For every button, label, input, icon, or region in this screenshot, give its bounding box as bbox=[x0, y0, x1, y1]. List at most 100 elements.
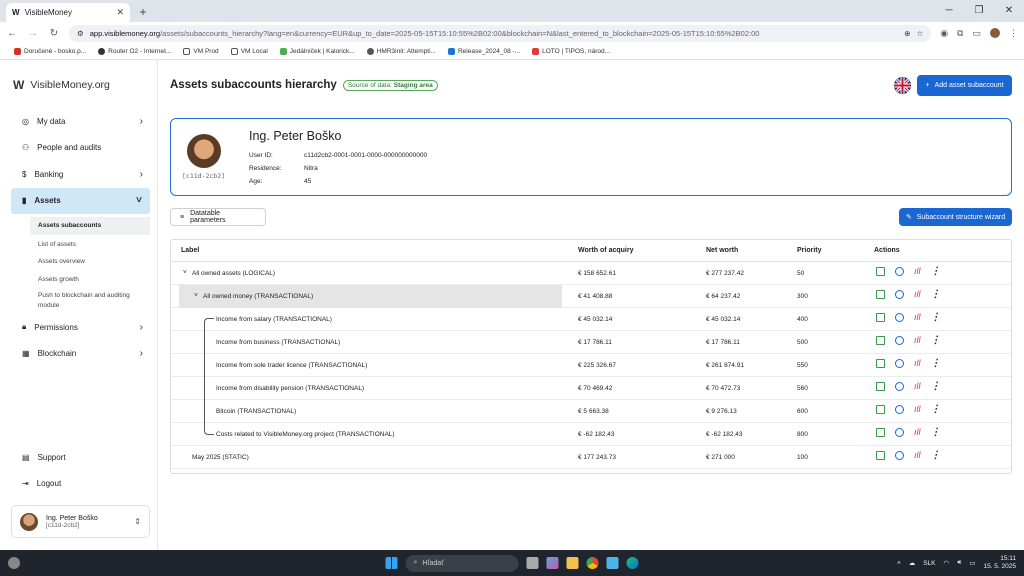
sidebar-item-blockchain[interactable]: ▦ Blockchain › bbox=[0, 341, 157, 368]
chart-icon[interactable]: ıll bbox=[914, 359, 921, 368]
tray-overflow-icon[interactable]: ˄ bbox=[897, 560, 901, 567]
browser-tab[interactable]: W VisibleMoney ✕ bbox=[6, 3, 130, 22]
globe-icon[interactable] bbox=[895, 267, 904, 276]
sidebar-subitem-list-of-assets[interactable]: List of assets bbox=[0, 236, 157, 254]
globe-icon[interactable] bbox=[895, 451, 904, 460]
more-vert-icon[interactable]: ⋮ bbox=[931, 336, 941, 346]
taskbar-search-input[interactable]: ⌕ Hľadať bbox=[405, 554, 519, 572]
sidebar-item-support[interactable]: ▤ Support bbox=[0, 444, 157, 471]
volume-icon[interactable]: 🔊︎ bbox=[957, 559, 961, 567]
table-row[interactable]: Income from disability pension (TRANSACT… bbox=[171, 377, 1011, 400]
add-asset-subaccount-button[interactable]: + Add asset subaccount bbox=[917, 75, 1012, 96]
details-icon[interactable] bbox=[876, 451, 885, 460]
table-row[interactable]: May 2025 (STATIC) € 177 243.73 € 271 000 10… bbox=[171, 446, 1011, 469]
more-vert-icon[interactable]: ⋮ bbox=[931, 428, 941, 438]
table-row[interactable]: Income from business (TRANSACTIONAL) € 17… bbox=[171, 331, 1011, 354]
more-vert-icon[interactable]: ⋮ bbox=[931, 359, 941, 369]
globe-icon[interactable] bbox=[895, 428, 904, 437]
globe-icon[interactable] bbox=[895, 382, 904, 391]
bookmark-item[interactable]: LOTO | TIPOS, národ... bbox=[532, 48, 610, 55]
sidebar-subitem-assets-overview[interactable]: Assets overview bbox=[0, 253, 157, 271]
sidebar-subitem-assets-growth[interactable]: Assets growth bbox=[0, 271, 157, 289]
bookmark-folder[interactable]: VM Prod bbox=[183, 48, 219, 55]
globe-icon[interactable] bbox=[895, 405, 904, 414]
table-row[interactable]: ˅ All owned assets (LOGICAL) € 158 652.61 €… bbox=[171, 262, 1011, 285]
more-vert-icon[interactable]: ⋮ bbox=[931, 313, 941, 323]
bookmark-star-icon[interactable]: ☆ bbox=[916, 29, 923, 38]
column-header-worth[interactable]: Worth of acquiry bbox=[578, 247, 633, 254]
profile-avatar-icon[interactable] bbox=[990, 28, 1000, 38]
column-header-label[interactable]: Label bbox=[181, 247, 199, 254]
globe-icon[interactable] bbox=[895, 290, 904, 299]
details-icon[interactable] bbox=[876, 359, 885, 368]
sidebar-item-people-and-audits[interactable]: ⚇ People and audits bbox=[0, 135, 157, 162]
reload-icon[interactable]: ↻ bbox=[48, 28, 60, 39]
site-info-icon[interactable]: ⚙ bbox=[77, 29, 84, 38]
language-flag-icon[interactable] bbox=[894, 77, 911, 94]
zoom-icon[interactable]: ⊕ bbox=[904, 29, 910, 38]
bookmark-folder[interactable]: VM Local bbox=[230, 48, 268, 55]
new-tab-icon[interactable]: + bbox=[134, 3, 152, 21]
address-bar[interactable]: ⚙ app.visiblemoney.org/assets/subaccount… bbox=[69, 24, 932, 42]
details-icon[interactable] bbox=[876, 336, 885, 345]
chart-icon[interactable]: ıll bbox=[914, 290, 921, 299]
table-row[interactable]: Income from sole trader licence (TRANSAC… bbox=[171, 354, 1011, 377]
wifi-icon[interactable]: ◠ bbox=[944, 559, 950, 567]
chart-icon[interactable]: ıll bbox=[914, 405, 921, 414]
details-icon[interactable] bbox=[876, 428, 885, 437]
sidepanel-icon[interactable]: ▭ bbox=[972, 28, 981, 39]
sidebar-item-my-data[interactable]: ◎ My data › bbox=[0, 108, 157, 135]
forward-icon[interactable]: → bbox=[27, 28, 39, 39]
bookmark-item[interactable]: Jedálníček | Kalorick... bbox=[279, 48, 355, 55]
bookmark-item[interactable]: Doručené - bosko.p... bbox=[14, 48, 86, 55]
sidebar-subitem-push-to-blockchain[interactable]: Push to blockchain and auditing module bbox=[0, 288, 157, 314]
details-icon[interactable] bbox=[876, 382, 885, 391]
bookmark-item[interactable]: HMR3init: Attempti... bbox=[366, 48, 436, 55]
extension-icon[interactable]: ◉ bbox=[940, 28, 948, 39]
file-explorer-icon[interactable] bbox=[566, 557, 579, 569]
extensions-puzzle-icon[interactable]: ⧉ bbox=[957, 28, 963, 39]
copilot-icon[interactable] bbox=[546, 557, 559, 569]
user-switcher[interactable]: Ing. Peter Boško [c11d-2cb2] ⇕ bbox=[11, 505, 150, 538]
table-row[interactable]: Bitcoin (TRANSACTIONAL) € 5 663.38 € 9 276… bbox=[171, 400, 1011, 423]
chart-icon[interactable]: ıll bbox=[914, 451, 921, 460]
back-icon[interactable]: ← bbox=[6, 28, 18, 39]
browser-menu-icon[interactable]: ⋮ bbox=[1009, 28, 1018, 39]
sidebar-item-logout[interactable]: ⇥ Logout bbox=[0, 471, 157, 498]
more-vert-icon[interactable]: ⋮ bbox=[931, 267, 941, 277]
brand-logo[interactable]: W VisibleMoney.org bbox=[0, 60, 157, 92]
chart-icon[interactable]: ıll bbox=[914, 313, 921, 322]
sidebar-subitem-assets-subaccounts[interactable]: Assets subaccounts bbox=[30, 217, 150, 235]
chrome-icon[interactable] bbox=[586, 557, 599, 569]
task-view-icon[interactable] bbox=[526, 557, 539, 569]
more-vert-icon[interactable]: ⋮ bbox=[931, 382, 941, 392]
notepad-icon[interactable] bbox=[606, 557, 619, 569]
more-vert-icon[interactable]: ⋮ bbox=[931, 451, 941, 461]
globe-icon[interactable] bbox=[895, 359, 904, 368]
language-indicator[interactable]: SLK bbox=[923, 560, 935, 567]
bookmark-item[interactable]: Router O2 - Internet... bbox=[98, 48, 171, 55]
table-row[interactable]: ˅ All owned money (TRANSACTIONAL) € 41 408… bbox=[171, 285, 1011, 308]
close-window-icon[interactable]: ✕ bbox=[994, 0, 1024, 22]
details-icon[interactable] bbox=[876, 267, 885, 276]
details-icon[interactable] bbox=[876, 290, 885, 299]
clock[interactable]: 15:11 15. 5. 2025 bbox=[983, 555, 1016, 571]
battery-icon[interactable]: ▭ bbox=[969, 559, 975, 567]
details-icon[interactable] bbox=[876, 313, 885, 322]
restore-icon[interactable]: ❐ bbox=[964, 0, 994, 22]
edge-icon[interactable] bbox=[626, 557, 639, 569]
sidebar-item-banking[interactable]: $ Banking › bbox=[0, 161, 157, 188]
sidebar-item-assets[interactable]: ▮ Assets ˅ bbox=[11, 187, 150, 214]
column-header-priority[interactable]: Priority bbox=[797, 247, 822, 254]
cloud-icon[interactable]: ☁ bbox=[909, 559, 916, 567]
table-row[interactable]: Income from salary (TRANSACTIONAL) € 45 0… bbox=[171, 308, 1011, 331]
datatable-parameters-button[interactable]: ≡ Datatable parameters bbox=[170, 208, 266, 226]
expand-caret-icon[interactable]: ˅ bbox=[183, 269, 187, 276]
subaccount-wizard-button[interactable]: ✎ Subaccount structure wizard bbox=[899, 208, 1012, 226]
weather-icon[interactable] bbox=[8, 557, 20, 569]
details-icon[interactable] bbox=[876, 405, 885, 414]
sidebar-item-permissions[interactable]: 🔒︎ Permissions › bbox=[0, 314, 157, 341]
windows-start-icon[interactable] bbox=[385, 557, 398, 569]
chart-icon[interactable]: ıll bbox=[914, 428, 921, 437]
table-row[interactable]: Costs related to VisibleMoney.org projec… bbox=[171, 423, 1011, 446]
